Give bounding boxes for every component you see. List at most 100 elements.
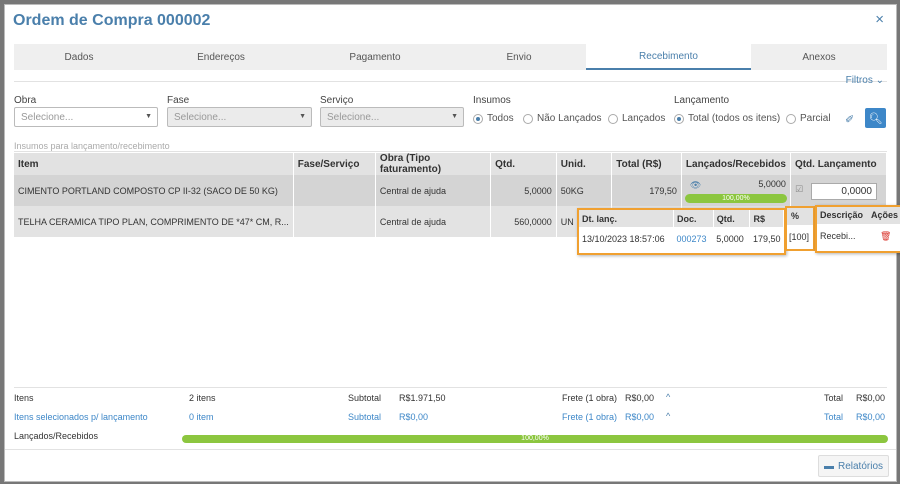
frete-value: R$0,00 (625, 393, 655, 403)
section-label: Insumos para lançamento/recebimento (14, 141, 170, 151)
relatorios-button[interactable]: ▬ Relatórios (818, 455, 889, 477)
col-unid[interactable]: Unid. (556, 153, 613, 175)
obra-placeholder: Selecione... (21, 112, 74, 123)
tab-envio[interactable]: Envio (452, 44, 586, 70)
cell-unid: 50KG (556, 175, 613, 206)
lancamentos-popup-actions: Descrição Ações Recebi... 🗑︎ (815, 205, 900, 253)
search-button[interactable]: 🔍︎ (865, 108, 886, 128)
popup-doc-link[interactable]: 000273 (674, 227, 714, 251)
popup-rs: 179,50 (752, 234, 781, 244)
subtotal-label: Subtotal (348, 393, 382, 403)
divider (14, 151, 887, 152)
radio-total-label: Total (todos os itens) (688, 113, 781, 124)
sel-subtotal-value: R$0,00 (399, 412, 429, 422)
eye-icon[interactable]: 👁︎ (690, 180, 701, 191)
radio-parcial-label: Parcial (800, 113, 831, 124)
close-icon[interactable]: × (875, 11, 884, 28)
radio-dot (608, 113, 618, 124)
chevron-up-icon[interactable]: ^ (666, 411, 670, 421)
cell-fase (293, 206, 376, 237)
cell-qtd-lancamento: ☑ 0,0000 (790, 175, 888, 206)
servico-select[interactable]: Selecione... ▼ (320, 107, 464, 127)
lancamentos-popup: Dt. lanç. Doc. Qtd. R$ 13/10/2023 18:57:… (577, 208, 786, 255)
radio-nao-lancados[interactable]: Não Lançados (523, 113, 602, 124)
radio-dot (473, 113, 483, 124)
tab-dados[interactable]: Dados (14, 44, 144, 70)
fase-placeholder: Selecione... (174, 112, 227, 123)
lancamento-label: Lançamento (674, 95, 730, 106)
divider (5, 449, 896, 450)
caret-down-icon: ▼ (299, 113, 306, 120)
popup-pct: [100] (789, 232, 810, 242)
sel-subtotal-label: Subtotal (348, 412, 382, 422)
tab-recebimento[interactable]: Recebimento (586, 44, 751, 70)
obra-label: Obra (14, 95, 37, 106)
radio-total[interactable]: Total (todos os itens) (674, 113, 780, 124)
col-obra[interactable]: Obra (Tipo faturamento) (375, 153, 492, 175)
filtros-toggle[interactable]: Filtros ⌄ (846, 75, 884, 86)
trash-icon[interactable]: 🗑︎ (877, 231, 894, 242)
relatorios-label: Relatórios (837, 460, 884, 472)
radio-dot (786, 113, 796, 124)
sel-frete-label: Frete (1 obra) (562, 412, 618, 422)
popup-col-date: Dt. lanç. (579, 210, 675, 227)
cell-item: TELHA CERAMICA TIPO PLAN, COMPRIMENTO DE… (14, 206, 294, 237)
subtotal-value: R$1.971,50 (399, 393, 446, 403)
table-row[interactable]: CIMENTO PORTLAND COMPOSTO CP II-32 (SACO… (14, 175, 888, 206)
divider (14, 387, 887, 388)
col-qtd-lancamento[interactable]: Qtd. Lançamento (790, 153, 888, 175)
col-total[interactable]: Total (R$) (611, 153, 682, 175)
progress-bar: 100,00% (684, 194, 787, 203)
obra-select[interactable]: Selecione... ▼ (14, 107, 158, 127)
chevron-up-icon[interactable]: ^ (666, 392, 670, 402)
popup-col-pct: % (787, 208, 813, 225)
cell-qtd: 5,0000 (490, 175, 557, 206)
tab-anexos[interactable]: Anexos (751, 44, 887, 70)
selecionados-value: 0 item (189, 412, 214, 422)
col-fase[interactable]: Fase/Serviço (293, 153, 376, 175)
col-qtd[interactable]: Qtd. (490, 153, 557, 175)
tab-enderecos[interactable]: Endereços (144, 44, 298, 70)
filtros-label: Filtros (845, 75, 873, 86)
radio-lancados[interactable]: Lançados (608, 113, 665, 124)
caret-down-icon: ▼ (451, 113, 458, 120)
cell-fase (293, 175, 376, 206)
radio-parcial[interactable]: Parcial (786, 113, 831, 124)
tab-pagamento[interactable]: Pagamento (298, 44, 452, 70)
radio-todos-label: Todos (487, 113, 514, 124)
frete-label: Frete (1 obra) (562, 393, 618, 403)
total-progress-bar: 100,00% (182, 435, 888, 443)
lancados-recebidos-label: Lançados/Recebidos (14, 431, 99, 441)
popup-col-doc: Doc. (673, 210, 714, 227)
col-lancados[interactable]: Lançados/Recebidos (681, 153, 791, 175)
cell-item: CIMENTO PORTLAND COMPOSTO CP II-32 (SACO… (14, 175, 294, 206)
col-item[interactable]: Item (14, 153, 294, 175)
cell-obra: Central de ajuda (375, 206, 492, 237)
qtd-lancamento-input[interactable]: 0,0000 (810, 183, 877, 200)
tab-bar: Dados Endereços Pagamento Envio Recebime… (14, 44, 887, 70)
cell-lancados: 👁︎ 5,0000 100,00% (681, 175, 791, 206)
sel-frete-value: R$0,00 (625, 412, 655, 422)
table-header: Item Fase/Serviço Obra (Tipo faturamento… (14, 153, 888, 175)
fase-select[interactable]: Selecione... ▼ (167, 107, 312, 127)
eraser-icon[interactable]: ✐ (845, 113, 854, 126)
search-icon: 🔍︎ (868, 112, 883, 125)
check-icon[interactable]: ☑ (795, 184, 803, 195)
radio-dot (674, 113, 684, 124)
selecionados-label[interactable]: Itens selecionados p/ lançamento (14, 412, 148, 422)
chevron-down-icon: ⌄ (875, 75, 884, 86)
popup-qtd: 5,0000 (716, 234, 744, 244)
radio-nao-lancados-label: Não Lançados (537, 113, 602, 124)
popup-col-qtd: Qtd. (713, 210, 751, 227)
radio-dot (523, 113, 533, 124)
popup-col-desc: Descrição (820, 210, 864, 220)
radio-todos[interactable]: Todos (473, 113, 514, 124)
lancados-value: 5,0000 (758, 179, 786, 189)
popup-desc: Recebi... (820, 231, 856, 241)
cell-qtd: 560,0000 (490, 206, 557, 237)
servico-placeholder: Selecione... (327, 112, 380, 123)
dialog-title: Ordem de Compra 000002 (13, 12, 211, 29)
sel-total-label: Total (824, 412, 844, 422)
servico-label: Serviço (320, 95, 354, 106)
divider (14, 81, 887, 82)
